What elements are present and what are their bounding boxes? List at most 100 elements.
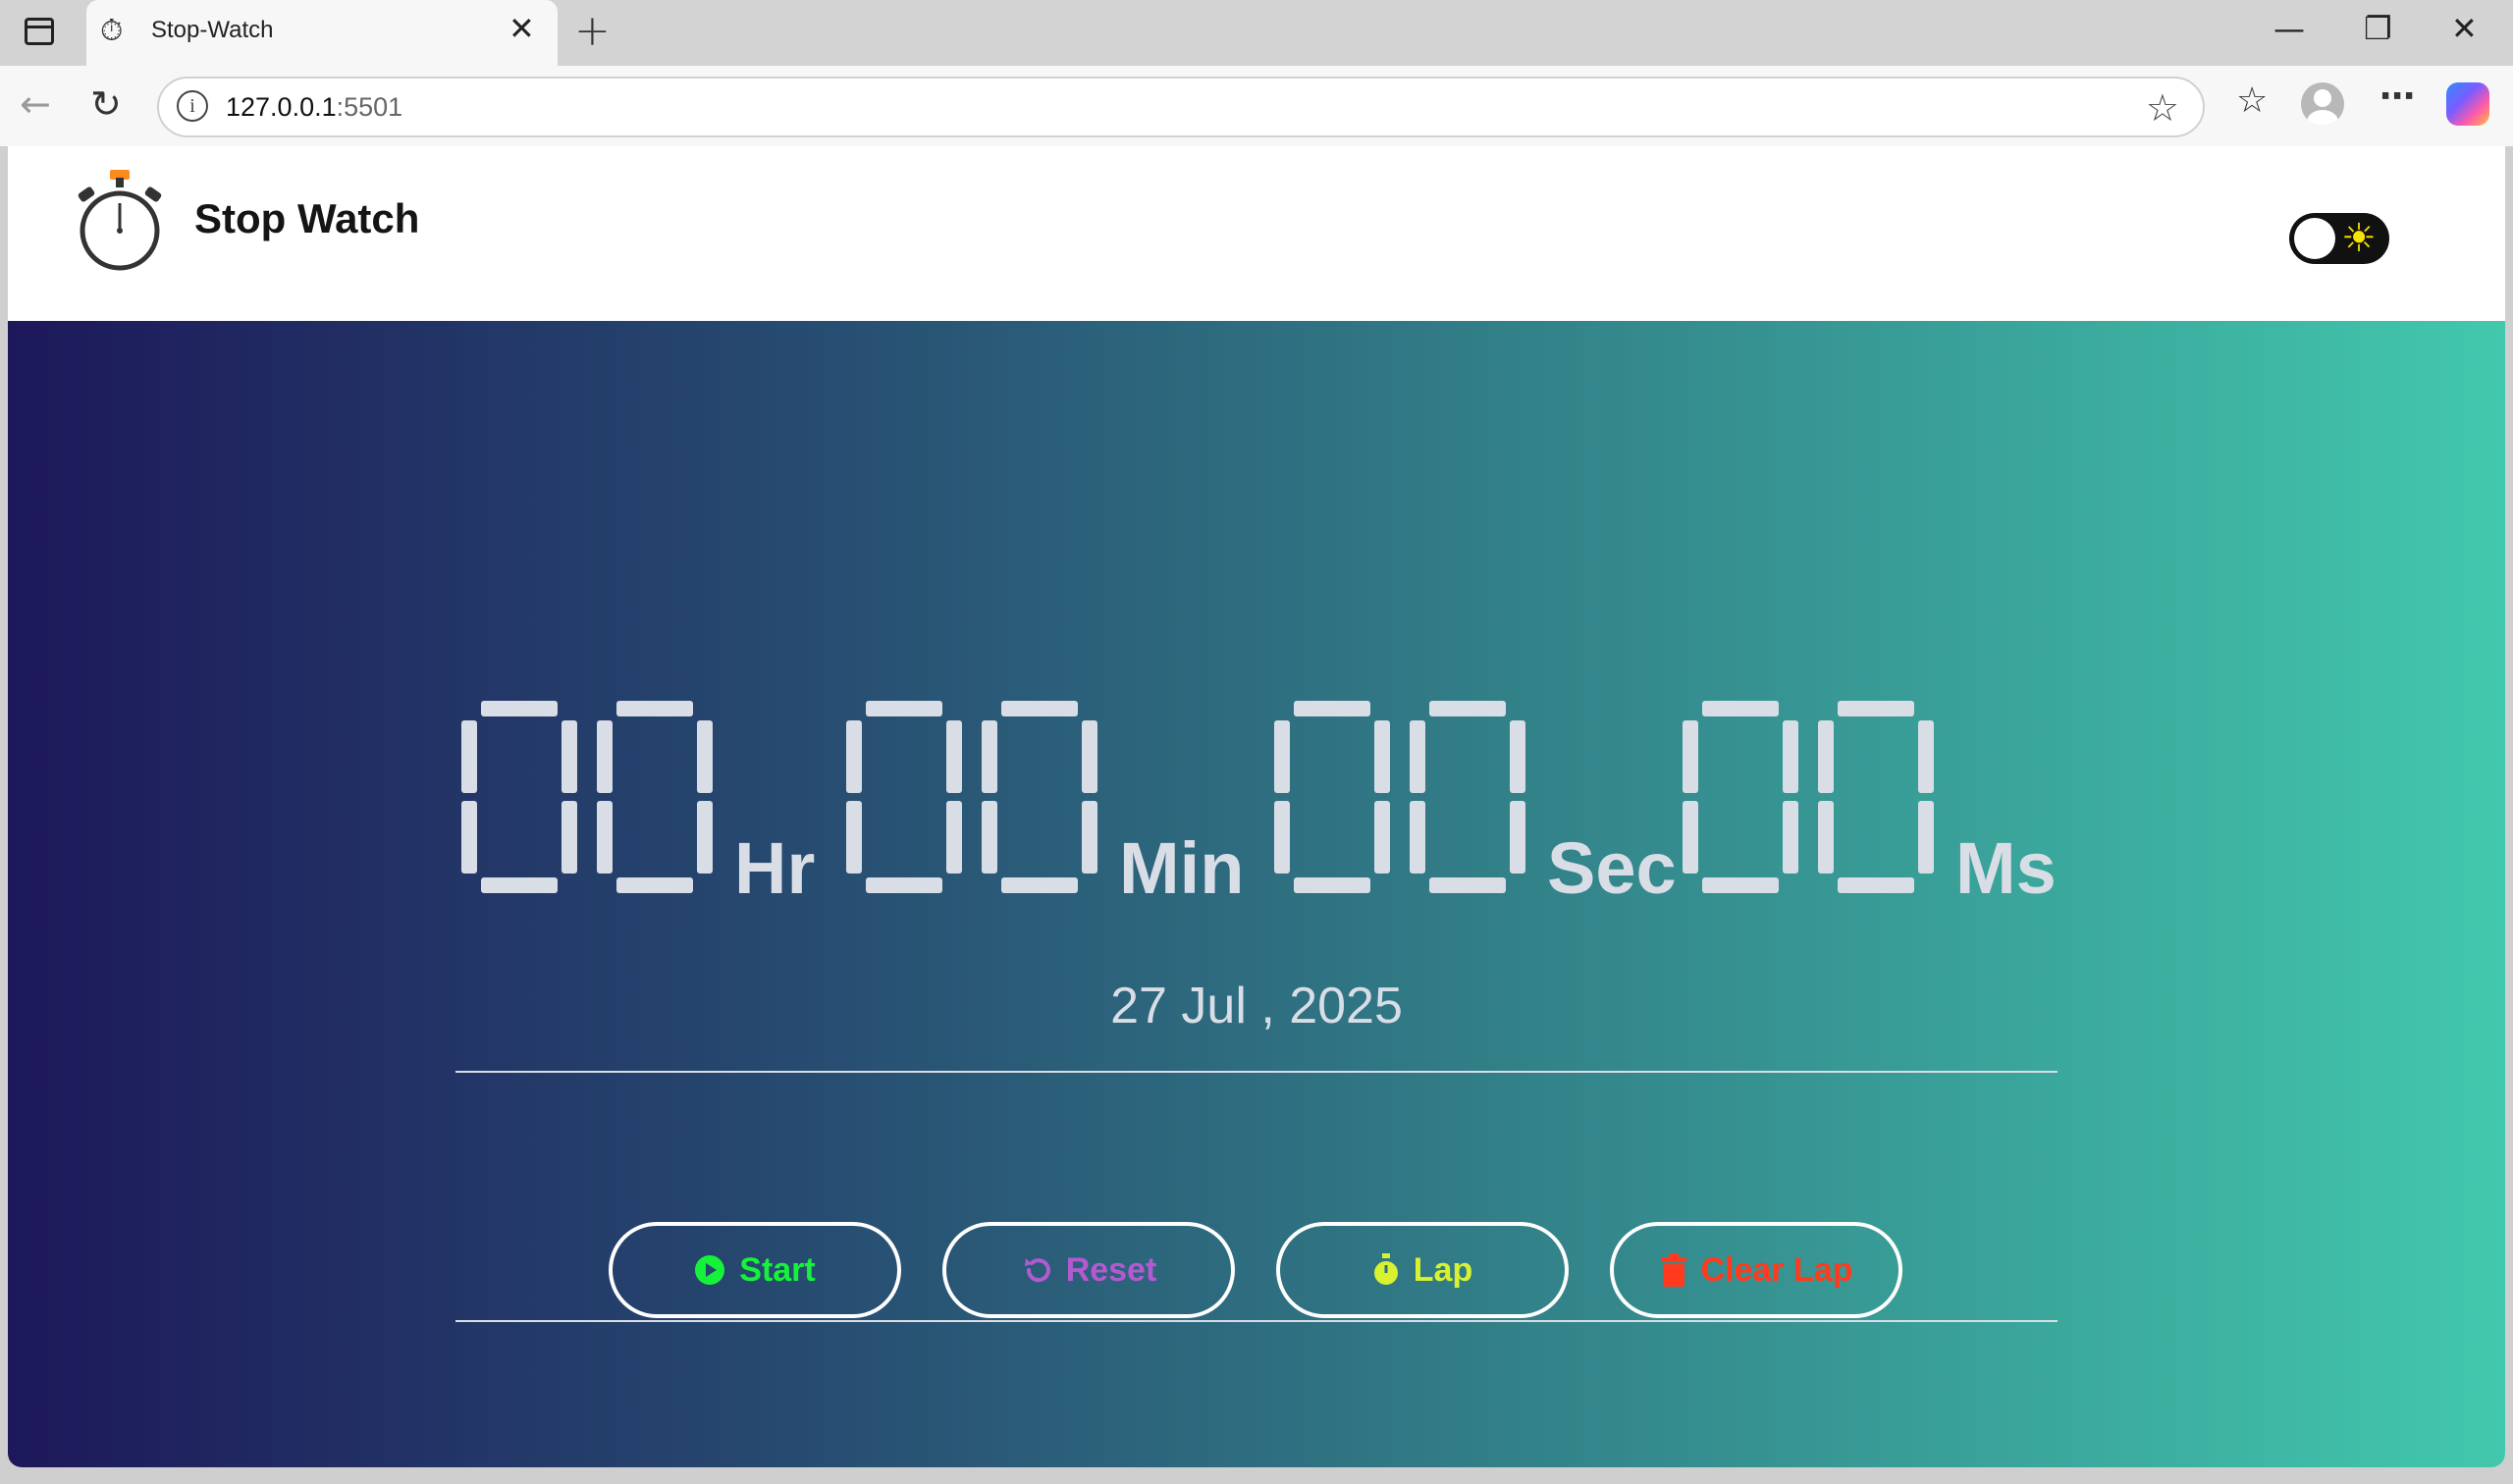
milliseconds-digits (1683, 701, 1934, 893)
minutes-digits (846, 701, 1097, 893)
back-icon[interactable]: ← (20, 82, 51, 126)
stopwatch-logo-icon (78, 170, 162, 271)
digit-segment (1702, 701, 1779, 716)
digit-segment (561, 720, 577, 793)
address-bar[interactable]: i 127.0.0.1:5501 ☆ (157, 77, 2205, 137)
digit-segment (1702, 877, 1779, 893)
theme-toggle[interactable]: ☀ (2289, 213, 2389, 264)
start-label: Start (739, 1250, 816, 1289)
digit-segment (461, 801, 477, 874)
bottom-divider (455, 1320, 2058, 1322)
clear-lap-button[interactable]: Clear Lap (1610, 1222, 1902, 1318)
digit-segment (1683, 801, 1698, 874)
digit-segment (1294, 877, 1370, 893)
digit-segment (1818, 801, 1834, 874)
digit-segment (1274, 720, 1290, 793)
digit-segment (1683, 720, 1698, 793)
digit-segment (1510, 801, 1525, 874)
digit-segment (866, 701, 942, 716)
stopwatch-favicon-icon: ⏱ (100, 14, 124, 48)
play-circle-icon (695, 1255, 725, 1285)
address-host: 127.0.0.1 (226, 92, 337, 122)
restore-icon[interactable]: ❐ (2364, 10, 2392, 47)
digit-segment (481, 701, 558, 716)
milliseconds-unit: Ms (1955, 827, 2057, 909)
current-date: 27 Jul , 2025 (1110, 978, 1403, 1034)
top-divider (455, 1071, 2058, 1073)
digit-segment (1818, 720, 1834, 793)
toggle-knob (2294, 218, 2335, 259)
digit-segment (1838, 877, 1914, 893)
seconds-unit: Sec (1547, 827, 1677, 909)
digit-segment (1082, 801, 1097, 874)
digit-segment (1838, 701, 1914, 716)
digit-segment (846, 720, 862, 793)
browser-tab[interactable]: ⏱ Stop-Watch ✕ (86, 0, 558, 66)
minimize-icon[interactable]: — (2273, 10, 2305, 47)
digit-segment (1510, 720, 1525, 793)
sun-icon: ☀ (2341, 216, 2377, 261)
close-window-icon[interactable]: ✕ (2451, 10, 2478, 47)
digit-segment (1374, 801, 1390, 874)
digit-segment (1001, 877, 1078, 893)
address-text: 127.0.0.1:5501 (226, 92, 402, 123)
address-port: :5501 (336, 92, 403, 122)
reset-button[interactable]: Reset (942, 1222, 1235, 1318)
digit-segment (1918, 801, 1934, 874)
digit-segment (846, 801, 862, 874)
tab-bar: ⏱ Stop-Watch ✕ + — ❐ ✕ (0, 0, 2513, 66)
digit-segment (616, 877, 693, 893)
digit-segment (946, 801, 962, 874)
favorite-star-icon[interactable]: ☆ (2146, 86, 2179, 130)
reset-icon (1024, 1258, 1050, 1283)
new-tab-icon[interactable]: + (574, 6, 611, 56)
hours-unit: Hr (734, 827, 816, 909)
digit-segment (1274, 801, 1290, 874)
copilot-icon[interactable] (2446, 82, 2489, 126)
start-button[interactable]: Start (609, 1222, 901, 1318)
digit-segment (1918, 720, 1934, 793)
close-tab-icon[interactable]: ✕ (508, 10, 535, 47)
minutes-unit: Min (1119, 827, 1245, 909)
browser-window: ⏱ Stop-Watch ✕ + — ❐ ✕ ← ↻ i 127.0.0.1:5… (0, 0, 2513, 1484)
digit-segment (1429, 701, 1506, 716)
digit-segment (597, 801, 613, 874)
digit-segment (597, 720, 613, 793)
digit-segment (1410, 720, 1425, 793)
digit-segment (561, 801, 577, 874)
digit-segment (697, 720, 713, 793)
refresh-icon[interactable]: ↻ (90, 82, 122, 126)
digit-segment (1410, 801, 1425, 874)
digit-segment (1429, 877, 1506, 893)
digit-segment (1783, 801, 1798, 874)
digit-segment (1001, 701, 1078, 716)
profile-avatar[interactable] (2301, 82, 2344, 126)
brand-title: Stop Watch (194, 195, 420, 241)
app-header: Stop Watch ☀ (8, 146, 2505, 321)
lap-label: Lap (1413, 1250, 1473, 1289)
clear-lap-label: Clear Lap (1700, 1250, 1853, 1289)
digit-segment (1374, 720, 1390, 793)
favorites-icon[interactable]: ☆ (2236, 80, 2268, 121)
reset-label: Reset (1065, 1250, 1157, 1289)
digit-segment (1294, 701, 1370, 716)
site-info-icon[interactable]: i (177, 90, 208, 122)
digit-segment (461, 720, 477, 793)
digit-segment (982, 720, 997, 793)
digit-segment (982, 801, 997, 874)
digit-segment (616, 701, 693, 716)
hours-digits (461, 701, 713, 893)
lap-button[interactable]: Lap (1276, 1222, 1569, 1318)
stopwatch-icon (1373, 1253, 1398, 1285)
digit-segment (1783, 720, 1798, 793)
tab-title: Stop-Watch (151, 17, 274, 43)
digit-segment (481, 877, 558, 893)
timer-display: Hr Min Sec Ms (461, 701, 2071, 917)
tab-actions-icon[interactable] (25, 18, 54, 45)
web-page: Stop Watch ☀ Hr Min Sec Ms 27 Jul , 2025 (8, 146, 2505, 1467)
digit-segment (946, 720, 962, 793)
stopwatch-panel: Hr Min Sec Ms 27 Jul , 2025 Start Reset … (8, 321, 2505, 1467)
trash-icon (1660, 1253, 1686, 1287)
more-menu-icon[interactable]: ⋯ (2379, 77, 2415, 117)
digit-segment (866, 877, 942, 893)
